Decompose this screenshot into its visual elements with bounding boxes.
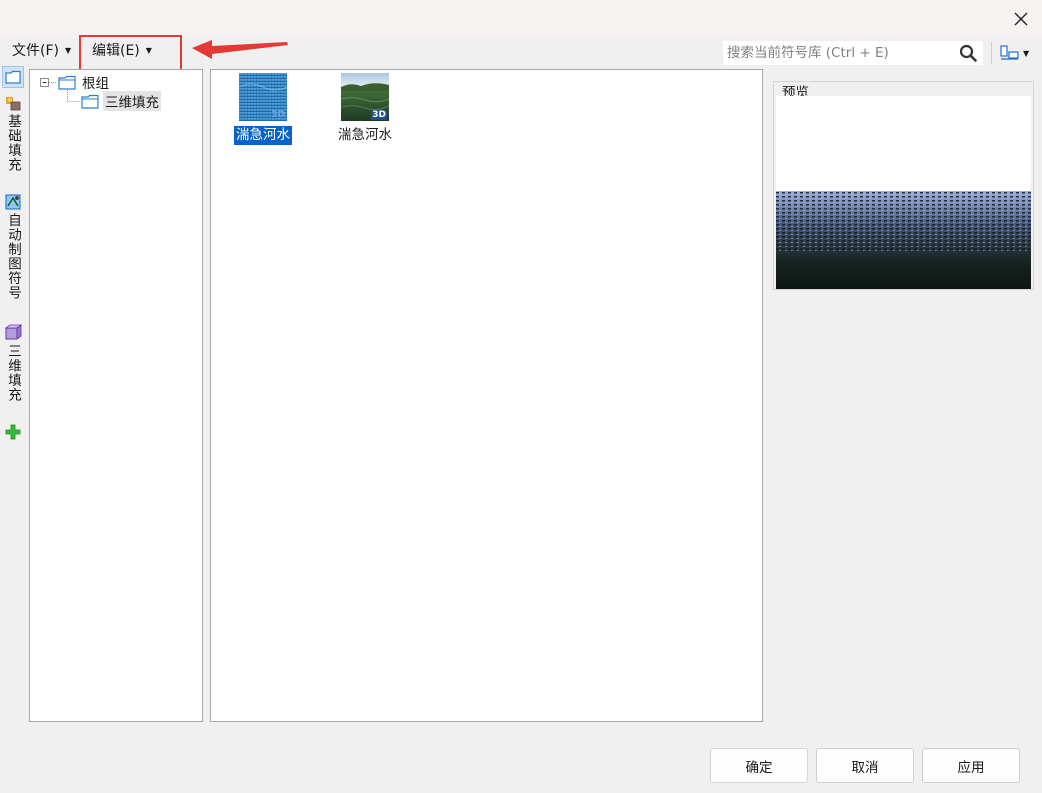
3d-badge: 3D: [271, 110, 285, 120]
symbol-thumbnail: 3D: [239, 73, 287, 121]
search-input[interactable]: [727, 43, 953, 63]
tab-3d-fill[interactable]: 三维填充: [2, 324, 24, 402]
tab-basic-fill-label: 基础填充: [5, 114, 21, 172]
view-mode-icon: [1000, 45, 1019, 60]
view-mode-button[interactable]: ▼: [999, 42, 1035, 64]
water-preview-image: [776, 96, 1031, 289]
symbol-item[interactable]: 3D 湍急河水: [223, 73, 303, 145]
tab-folder[interactable]: [2, 66, 24, 88]
caret-down-icon: ▼: [1023, 48, 1030, 58]
add-tab-button[interactable]: [2, 424, 24, 440]
3d-fill-icon: [4, 324, 22, 340]
tree-panel: 根组 三维填充: [29, 69, 203, 722]
symbol-item-label: 湍急河水: [338, 127, 392, 143]
symbol-item-label: 湍急河水: [234, 126, 292, 145]
preview-image: [776, 96, 1031, 289]
tree-node-root-label: 根组: [82, 76, 109, 92]
3d-badge: 3D: [371, 110, 387, 120]
preview-panel: 预览: [773, 81, 1034, 290]
folder-icon: [81, 94, 99, 109]
add-icon: [5, 424, 21, 440]
search-box[interactable]: [723, 41, 983, 65]
tab-basic-fill[interactable]: 基础填充: [2, 94, 24, 172]
ok-button[interactable]: 确定: [710, 748, 808, 783]
close-button[interactable]: [1004, 4, 1038, 34]
tree-node-root[interactable]: 根组: [58, 73, 111, 92]
symbol-thumbnail: 3D: [341, 73, 389, 121]
tab-3d-fill-label: 三维填充: [5, 344, 21, 402]
left-tab-strip: 基础填充 自动制图符号 三维填充: [0, 66, 26, 466]
apply-button[interactable]: 应用: [922, 748, 1020, 783]
cancel-button[interactable]: 取消: [816, 748, 914, 783]
folder-icon: [58, 75, 76, 90]
search-icon[interactable]: [959, 44, 977, 62]
title-bar: [0, 0, 1042, 38]
menu-file-label: 文件(F): [12, 43, 59, 59]
symbol-item[interactable]: 3D 湍急河水: [325, 73, 405, 145]
fill-icon: [6, 97, 21, 111]
menu-file[interactable]: 文件(F) ▼: [12, 40, 71, 62]
close-icon: [1014, 12, 1028, 26]
tree-node-3d-fill[interactable]: 三维填充: [81, 91, 161, 111]
tab-auto-symbol[interactable]: 自动制图符号: [2, 193, 24, 300]
folder-icon: [5, 70, 21, 84]
auto-symbol-icon: [5, 194, 21, 210]
annotation-arrow-icon: [192, 40, 288, 59]
symbol-grid-panel: 3D 湍急河水 3D 湍急河水: [210, 69, 763, 722]
tab-auto-symbol-label: 自动制图符号: [5, 213, 21, 300]
caret-down-icon: ▼: [64, 46, 72, 55]
toolbar-separator: [991, 42, 992, 64]
tree-node-3d-fill-label: 三维填充: [103, 91, 161, 111]
